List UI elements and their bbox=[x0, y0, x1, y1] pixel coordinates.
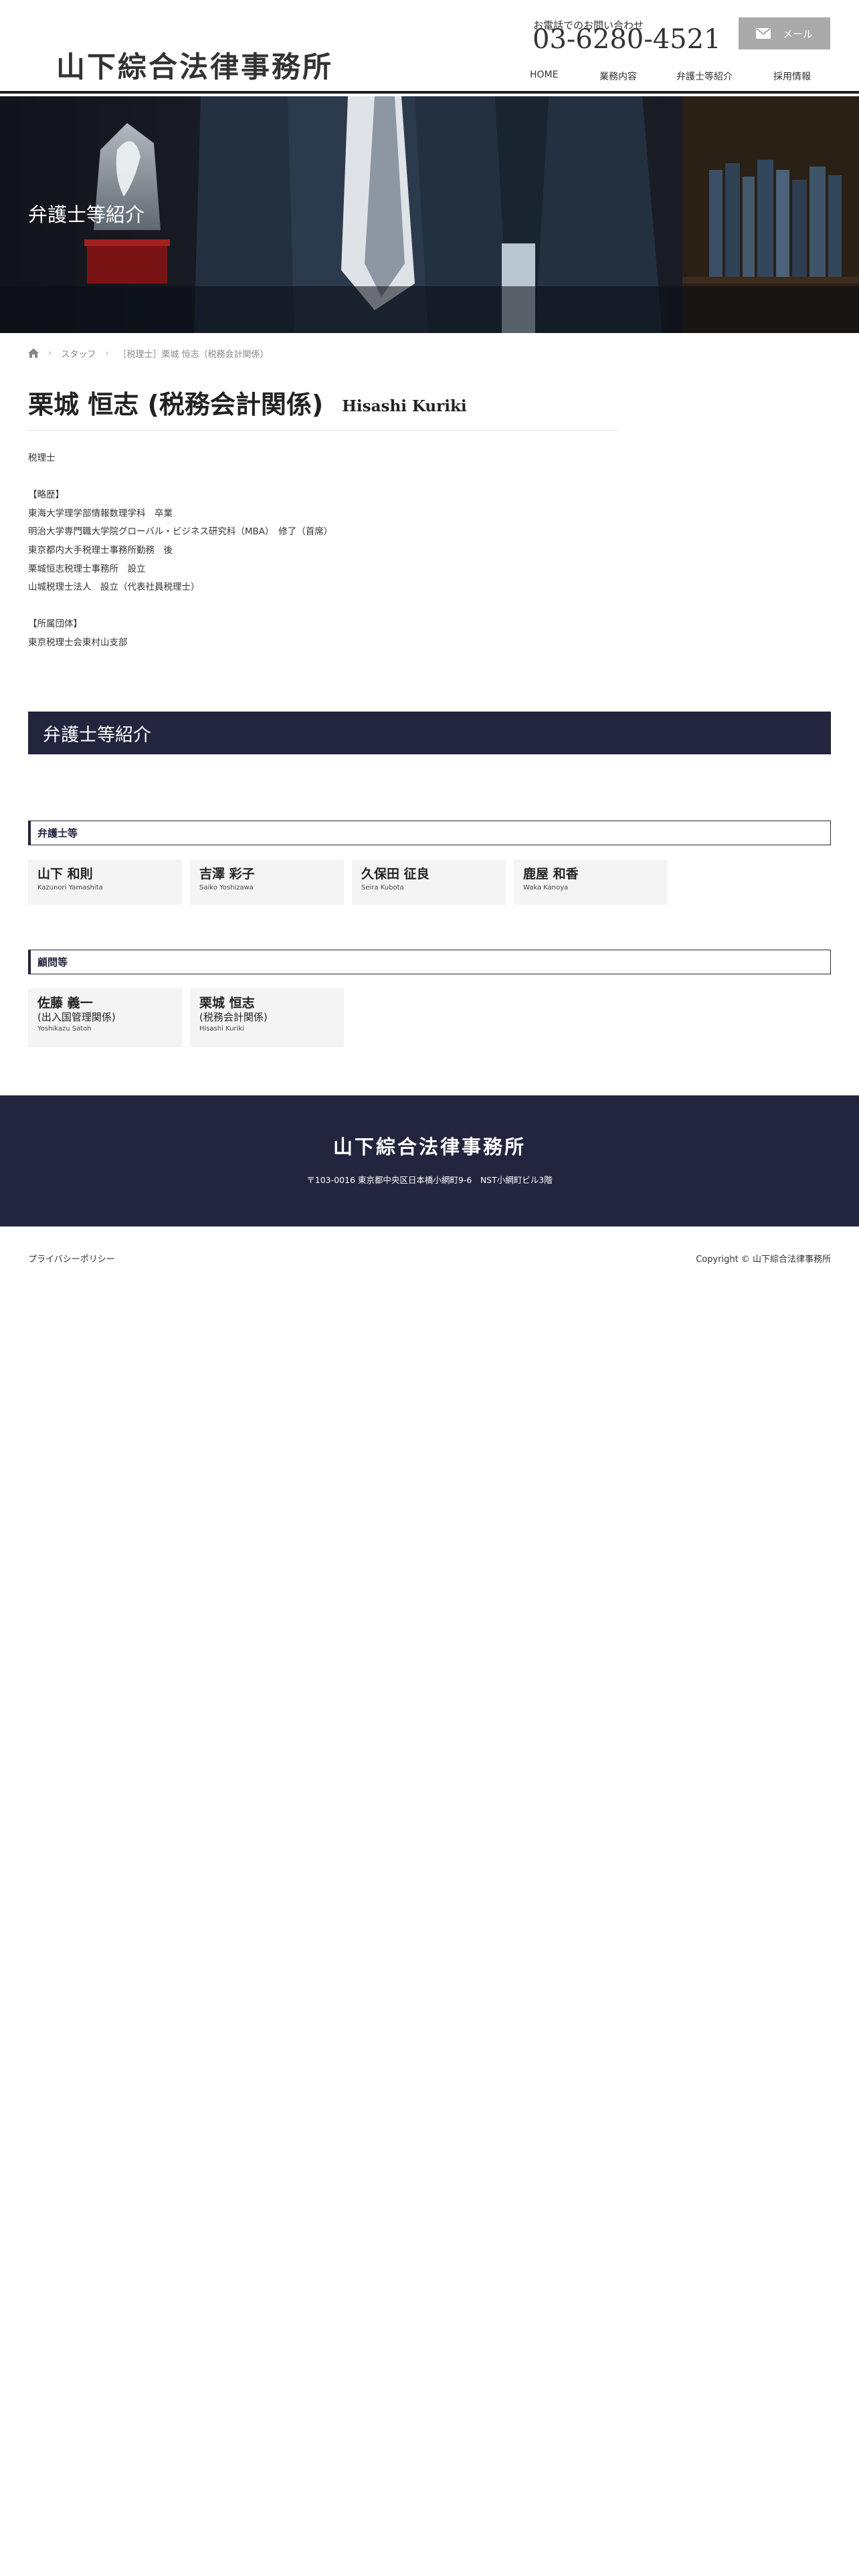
member-romaji: Waka Kanoya bbox=[523, 883, 569, 891]
member-name: 栗城 恒志 bbox=[199, 996, 255, 1010]
profile-bio: 税理士 【略歴】 東海大学理学部情報数理学科 卒業 明治大学専門職大学院グローバ… bbox=[28, 449, 630, 653]
footer-logo: 山下綜合法律事務所 bbox=[332, 1136, 526, 1158]
nav-attorneys[interactable]: 弁護士等紹介 bbox=[676, 70, 733, 83]
site-footer: 山下綜合法律事務所 〒103-0016 東京都中央区日本橋小網町9-6 NST小… bbox=[0, 1095, 859, 1226]
breadcrumb-current: ［税理士］栗城 恒志（税務会計関係） bbox=[118, 349, 269, 360]
member-name: 吉澤 彩子 bbox=[199, 867, 255, 881]
privacy-policy-link[interactable]: プライバシーポリシー bbox=[28, 1252, 115, 1265]
copyright: Copyright © 山下綜合法律事務所 bbox=[696, 1255, 831, 1265]
member-name: 久保田 征良 bbox=[361, 867, 430, 881]
group-heading-advisors: 顧問等 bbox=[28, 950, 831, 974]
member-name: 佐藤 義一 bbox=[37, 996, 93, 1010]
bio-line: 栗城恒志税理士事務所 設立 bbox=[28, 563, 146, 574]
section-heading: 弁護士等紹介 bbox=[28, 712, 831, 754]
profile-romaji: Hisashi Kuriki bbox=[342, 397, 467, 415]
member-card[interactable]: 吉澤 彩子 Saiko Yoshizawa bbox=[190, 859, 344, 905]
profile-name-text: 栗城 恒志 (税務会計関係) bbox=[28, 390, 324, 419]
phone-number[interactable]: 03-6280-4521 bbox=[533, 24, 721, 55]
member-role: (税務会計関係) bbox=[199, 1010, 268, 1023]
member-card[interactable]: 山下 和則 Kazunori Yamashita bbox=[28, 859, 182, 905]
nav-recruit[interactable]: 採用情報 bbox=[773, 70, 811, 83]
bio-line: 山城税理士法人 設立（代表社員税理士） bbox=[28, 582, 200, 593]
global-nav: HOME 業務内容 弁護士等紹介 採用情報 bbox=[508, 70, 859, 86]
breadcrumb-separator: › bbox=[105, 348, 109, 358]
member-card[interactable]: 佐藤 義一 (出入国管理関係) Yoshikazu Satoh bbox=[28, 988, 182, 1047]
site-logo[interactable]: 山下綜合法律事務所 bbox=[56, 44, 333, 86]
mail-icon bbox=[755, 28, 771, 39]
breadcrumb-staff[interactable]: スタッフ bbox=[61, 347, 96, 360]
bio-line: 明治大学専門職大学院グローバル・ビジネス研究科（MBA） 修了（首席） bbox=[28, 526, 333, 538]
bio-line: 【略歴】 bbox=[28, 490, 64, 501]
bio-line: 【所属団体】 bbox=[28, 619, 82, 630]
site-header: 山下綜合法律事務所 お電話でのお問い合わせ 03-6280-4521 メール H… bbox=[0, 0, 859, 94]
member-romaji: Yoshikazu Satoh bbox=[37, 1025, 92, 1033]
nav-services[interactable]: 業務内容 bbox=[599, 70, 637, 83]
hero-title-bar bbox=[0, 286, 859, 333]
mail-button[interactable]: メール bbox=[739, 17, 830, 49]
member-romaji: Seira Kubota bbox=[361, 883, 404, 891]
bio-line: 東京都内大手税理士事務所勤務 後 bbox=[28, 544, 173, 556]
member-card[interactable]: 久保田 征良 Seira Kubota bbox=[352, 859, 506, 905]
bio-line: 税理士 bbox=[28, 453, 56, 463]
member-card[interactable]: 栗城 恒志 (税務会計関係) Hisashi Kuriki bbox=[190, 988, 344, 1047]
profile-name: 栗城 恒志 (税務会計関係) Hisashi Kuriki bbox=[28, 384, 467, 421]
member-romaji: Kazunori Yamashita bbox=[37, 883, 103, 891]
mail-button-label: メール bbox=[782, 27, 813, 40]
nav-home[interactable]: HOME bbox=[530, 70, 558, 80]
divider bbox=[28, 430, 617, 431]
breadcrumb: › スタッフ › ［税理士］栗城 恒志（税務会計関係） bbox=[28, 346, 269, 360]
member-romaji: Saiko Yoshizawa bbox=[199, 883, 254, 891]
member-name: 鹿屋 和香 bbox=[523, 867, 579, 881]
bio-line: 東京税理士会東村山支部 bbox=[28, 637, 128, 648]
page-title: 弁護士等紹介 bbox=[28, 203, 145, 226]
group-heading-attorneys: 弁護士等 bbox=[28, 821, 831, 845]
footer-address: 〒103-0016 東京都中央区日本橋小網町9-6 NST小網町ビル3階 bbox=[306, 1175, 553, 1185]
member-name: 山下 和則 bbox=[37, 867, 93, 881]
bio-line bbox=[28, 597, 630, 616]
member-romaji: Hisashi Kuriki bbox=[199, 1025, 244, 1033]
breadcrumb-separator: › bbox=[48, 348, 52, 358]
home-icon[interactable] bbox=[28, 348, 39, 358]
bio-line: 東海大学理学部情報数理学科 卒業 bbox=[28, 508, 173, 519]
member-card[interactable]: 鹿屋 和香 Waka Kanoya bbox=[514, 859, 668, 905]
member-role: (出入国管理関係) bbox=[37, 1010, 116, 1023]
bio-line bbox=[28, 468, 630, 487]
